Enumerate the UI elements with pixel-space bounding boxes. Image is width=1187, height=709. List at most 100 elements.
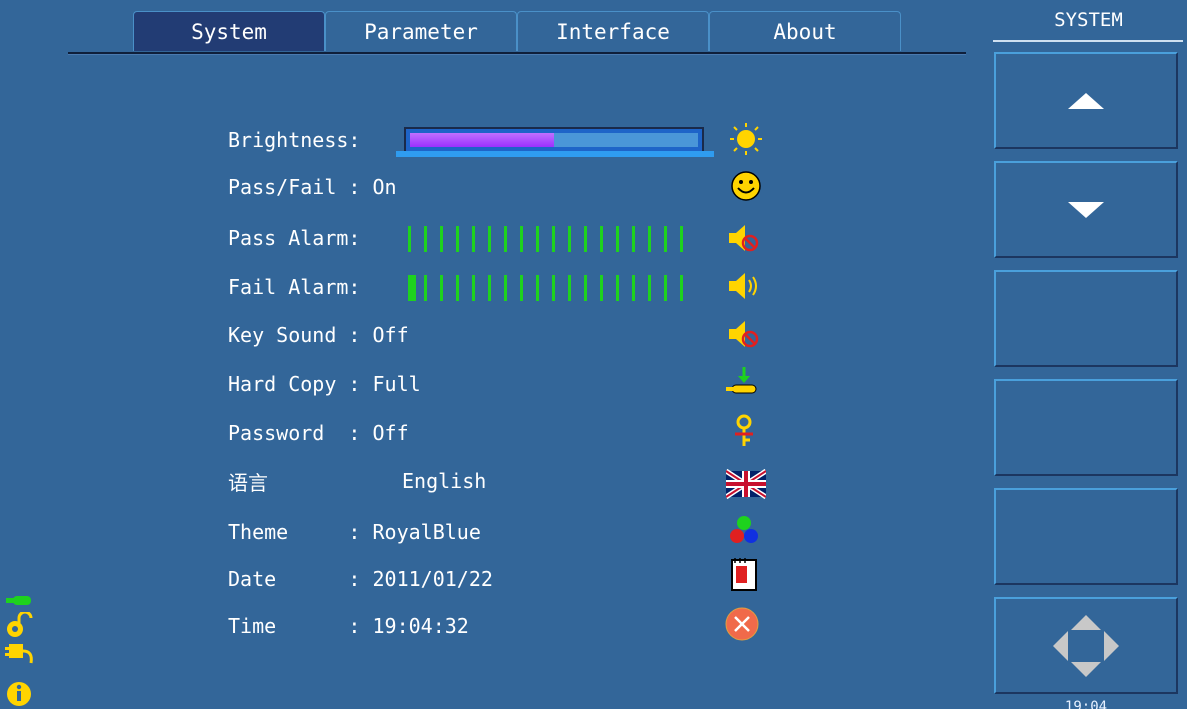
smiley-icon (731, 171, 761, 201)
time-row[interactable]: Time : 19:04:32 (228, 611, 469, 641)
brightness-fill (410, 133, 554, 147)
softkey-navigation-button[interactable] (994, 597, 1178, 694)
pass-fail-row[interactable]: Pass/Fail : On (228, 172, 397, 202)
level-segment (552, 226, 555, 252)
hard-copy-label: Hard Copy (228, 372, 337, 396)
level-segment (680, 275, 683, 301)
level-segment (616, 275, 619, 301)
softkey-3-button[interactable] (994, 270, 1178, 367)
level-segment (408, 275, 416, 301)
level-segment (664, 226, 667, 252)
password-row[interactable]: Password : Off (228, 418, 409, 448)
level-segment (600, 275, 603, 301)
brightness-focus-bar (396, 151, 714, 157)
level-segment (520, 275, 523, 301)
sun-icon (730, 123, 762, 155)
info-icon (7, 682, 31, 706)
tab-bar: System Parameter Interface About (133, 11, 901, 53)
speaker-muted-icon (729, 321, 759, 348)
tab-about[interactable]: About (709, 11, 901, 51)
level-segment (648, 275, 651, 301)
password-value: Off (372, 421, 409, 445)
separator: : (336, 372, 373, 396)
key-sound-value: Off (372, 323, 409, 347)
clock-icon (725, 607, 759, 641)
softkey-down-button[interactable] (994, 161, 1178, 258)
unlock-icon (7, 612, 33, 637)
level-segment (632, 275, 635, 301)
theme-row[interactable]: Theme : RoyalBlue (228, 517, 481, 547)
level-segment (568, 226, 571, 252)
top-strip (0, 0, 990, 10)
level-segment (440, 275, 443, 301)
level-segment (472, 275, 475, 301)
pass-alarm-row: Pass Alarm: (228, 223, 360, 253)
level-segment (536, 226, 539, 252)
level-segment (456, 275, 459, 301)
brightness-track (554, 133, 698, 147)
password-label: Password (228, 421, 325, 445)
tab-parameter[interactable]: Parameter (325, 11, 517, 51)
pass-fail-value: On (372, 175, 397, 199)
softkey-up-button[interactable] (994, 52, 1178, 149)
hard-copy-row[interactable]: Hard Copy : Full (228, 369, 421, 399)
softkey-5-button[interactable] (994, 488, 1178, 585)
language-value: English (402, 469, 487, 493)
fail-alarm-label: Fail Alarm: (228, 275, 361, 299)
level-segment (424, 275, 427, 301)
fail-alarm-level-bars[interactable] (408, 275, 696, 301)
level-segment (648, 226, 651, 252)
level-segment (472, 226, 475, 252)
level-segment (616, 226, 619, 252)
separator: : (336, 175, 373, 199)
level-segment (536, 275, 539, 301)
brightness-slider[interactable] (404, 127, 704, 153)
separator: : (288, 520, 373, 544)
level-segment (584, 275, 587, 301)
level-segment (408, 226, 411, 252)
level-segment (568, 275, 571, 301)
pass-alarm-level-bars[interactable] (408, 226, 696, 252)
level-segment (504, 226, 507, 252)
triangle-up-icon (1068, 92, 1104, 109)
navigation-arrows-icon (1053, 614, 1119, 677)
key-sound-row[interactable]: Key Sound : Off (228, 320, 409, 350)
time-value: 19:04:32 (372, 614, 469, 638)
key-icon (735, 414, 753, 446)
level-segment (456, 226, 459, 252)
date-value: 2011/01/22 (372, 567, 493, 591)
level-segment (680, 226, 683, 252)
tab-interface[interactable]: Interface (517, 11, 709, 51)
separator: : (276, 614, 373, 638)
language-row[interactable]: 语言 English (228, 466, 486, 496)
speaker-icon (729, 273, 757, 299)
level-segment (600, 226, 603, 252)
usb-download-icon (726, 367, 757, 394)
level-segment (488, 226, 491, 252)
level-segment (552, 275, 555, 301)
hard-copy-value: Full (372, 372, 421, 396)
date-row[interactable]: Date : 2011/01/22 (228, 564, 493, 594)
level-segment (584, 226, 587, 252)
tab-system[interactable]: System (133, 11, 325, 51)
key-sound-label: Key Sound (228, 323, 337, 347)
fail-alarm-row: Fail Alarm: (228, 272, 360, 302)
panel-title-underline (993, 40, 1183, 42)
language-label: 语言 (228, 470, 268, 495)
calendar-icon (731, 558, 757, 591)
time-label: Time (228, 614, 277, 638)
power-plug-icon (5, 644, 33, 664)
level-segment (488, 275, 491, 301)
separator: : (324, 421, 373, 445)
separator: : (276, 567, 373, 591)
level-segment (664, 275, 667, 301)
triangle-down-icon (1068, 201, 1104, 218)
usb-icon (6, 596, 31, 605)
rgb-dots-icon (730, 516, 758, 543)
pass-alarm-label: Pass Alarm: (228, 226, 361, 250)
level-segment (520, 226, 523, 252)
uk-flag-icon (726, 468, 766, 500)
softkey-4-button[interactable] (994, 379, 1178, 476)
panel-title: SYSTEM (990, 0, 1187, 40)
speaker-muted-icon (729, 225, 759, 252)
